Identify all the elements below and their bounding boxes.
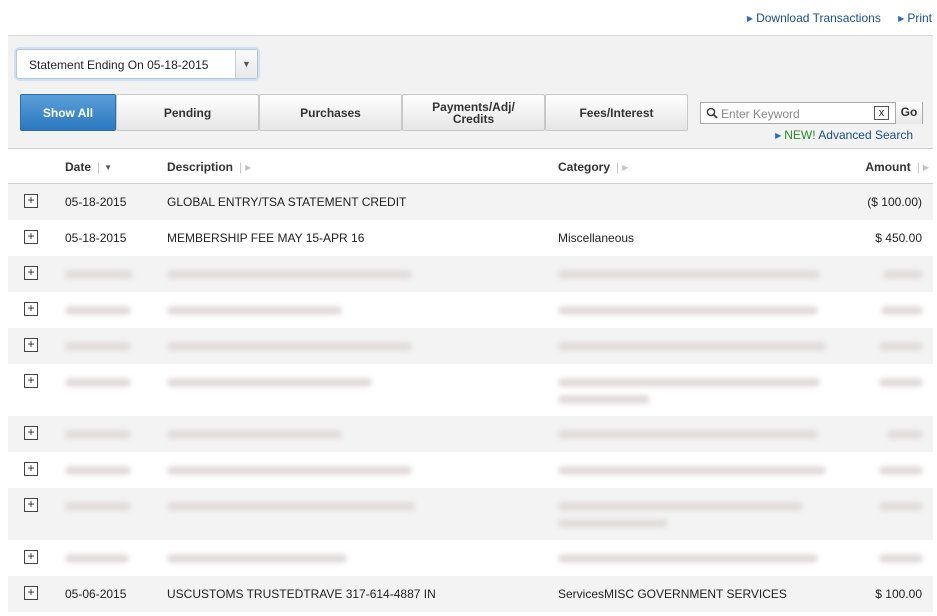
clear-icon[interactable]: x — [874, 106, 889, 120]
table-row-redacted[interactable]: + — [8, 364, 933, 416]
redacted-text — [65, 270, 133, 279]
redacted-text — [558, 306, 818, 315]
header-amount[interactable]: Amount | ▶ — [865, 160, 929, 174]
header-date[interactable]: Date | ▼ — [65, 160, 112, 174]
expand-icon[interactable]: + — [24, 586, 38, 600]
redacted-text — [167, 306, 342, 315]
redacted-text — [65, 430, 131, 439]
redacted-text — [167, 430, 342, 439]
redacted-text — [558, 270, 820, 279]
redacted-text — [879, 502, 923, 511]
tab-show-all[interactable]: Show All — [20, 94, 116, 131]
statement-select-value: Statement Ending On 05-18-2015 — [29, 58, 209, 72]
table-row-redacted[interactable]: + — [8, 488, 933, 540]
top-links: ▶ Download Transactions ▶ Print — [733, 11, 932, 25]
redacted-text — [883, 270, 923, 279]
expand-icon[interactable]: + — [24, 230, 38, 244]
triangle-right-icon: ▶ — [898, 14, 905, 23]
redacted-text — [167, 554, 347, 563]
redacted-text — [65, 554, 129, 563]
sort-icon: ▶ — [622, 163, 629, 172]
redacted-text — [558, 519, 668, 528]
expand-icon[interactable]: + — [24, 550, 38, 564]
table-row[interactable]: + 05-18-2015 MEMBERSHIP FEE MAY 15-APR 1… — [8, 220, 933, 256]
expand-icon[interactable]: + — [24, 302, 38, 316]
redacted-text — [879, 378, 923, 387]
print-link[interactable]: ▶ Print — [898, 11, 932, 25]
redacted-text — [558, 466, 826, 475]
transactions-table: + 05-18-2015 GLOBAL ENTRY/TSA STATEMENT … — [8, 184, 933, 612]
expand-icon[interactable]: + — [24, 266, 38, 280]
go-button[interactable]: Go — [895, 102, 922, 124]
header-description[interactable]: Description | ▶ — [167, 160, 251, 174]
expand-icon[interactable]: + — [24, 462, 38, 476]
sort-icon: ▶ — [922, 163, 929, 172]
table-row-redacted[interactable]: + — [8, 292, 933, 328]
redacted-text — [558, 378, 820, 387]
tab-pending[interactable]: Pending — [116, 94, 259, 131]
redacted-text — [65, 502, 131, 511]
table-row[interactable]: + 05-06-2015 USCUSTOMS TRUSTEDTRAVE 317-… — [8, 576, 933, 612]
chevron-down-icon[interactable]: ▼ — [235, 50, 257, 78]
triangle-right-icon: ▶ — [775, 131, 782, 140]
redacted-text — [879, 554, 923, 563]
redacted-text — [887, 430, 923, 439]
table-row-redacted[interactable]: + — [8, 416, 933, 452]
tab-fees-interest[interactable]: Fees/Interest — [545, 94, 688, 131]
triangle-right-icon: ▶ — [746, 14, 754, 23]
keyword-search: Enter Keyword x Go — [700, 102, 923, 124]
redacted-text — [167, 270, 412, 279]
transaction-tabs: Show All Pending Purchases Payments/Adj/… — [20, 94, 688, 131]
redacted-text — [167, 342, 412, 351]
redacted-text — [558, 395, 650, 404]
table-row-redacted[interactable]: + — [8, 452, 933, 488]
redacted-text — [65, 466, 131, 475]
expand-icon[interactable]: + — [24, 426, 38, 440]
tab-purchases[interactable]: Purchases — [259, 94, 402, 131]
expand-icon[interactable]: + — [24, 338, 38, 352]
header-category[interactable]: Category | ▶ — [558, 160, 628, 174]
filter-panel: Statement Ending On 05-18-2015 ▼ Show Al… — [8, 35, 933, 148]
redacted-text — [167, 502, 415, 511]
expand-icon[interactable]: + — [24, 374, 38, 388]
sort-icon: ▶ — [245, 163, 252, 172]
tab-payments-adj-credits[interactable]: Payments/Adj/ Credits — [402, 94, 545, 131]
redacted-text — [558, 342, 826, 351]
redacted-text — [879, 466, 923, 475]
search-icon — [706, 107, 718, 119]
redacted-text — [167, 466, 412, 475]
table-row-redacted[interactable]: + — [8, 256, 933, 292]
expand-icon[interactable]: + — [24, 194, 38, 208]
table-row-redacted[interactable]: + — [8, 540, 933, 576]
redacted-text — [65, 378, 131, 387]
search-input[interactable]: Enter Keyword — [721, 107, 800, 121]
table-header: Date | ▼ Description | ▶ Category | ▶ Amount | ▶ — [8, 148, 933, 184]
table-row-redacted[interactable]: + — [8, 328, 933, 364]
sort-down-icon: ▼ — [104, 163, 113, 172]
expand-icon[interactable]: + — [24, 498, 38, 512]
table-row[interactable]: + 05-18-2015 GLOBAL ENTRY/TSA STATEMENT … — [8, 184, 933, 220]
redacted-text — [558, 554, 818, 563]
redacted-text — [167, 378, 372, 387]
redacted-text — [558, 502, 803, 511]
download-transactions-link[interactable]: ▶ Download Transactions — [747, 11, 881, 25]
advanced-search[interactable]: ▶ NEW! Advanced Search — [775, 128, 913, 142]
statement-select[interactable]: Statement Ending On 05-18-2015 ▼ — [16, 49, 258, 79]
advanced-search-link[interactable]: Advanced Search — [818, 128, 913, 142]
redacted-text — [879, 342, 923, 351]
redacted-text — [881, 306, 923, 315]
redacted-text — [558, 430, 818, 439]
new-badge: NEW! — [784, 128, 816, 142]
redacted-text — [65, 306, 131, 315]
redacted-text — [65, 342, 131, 351]
